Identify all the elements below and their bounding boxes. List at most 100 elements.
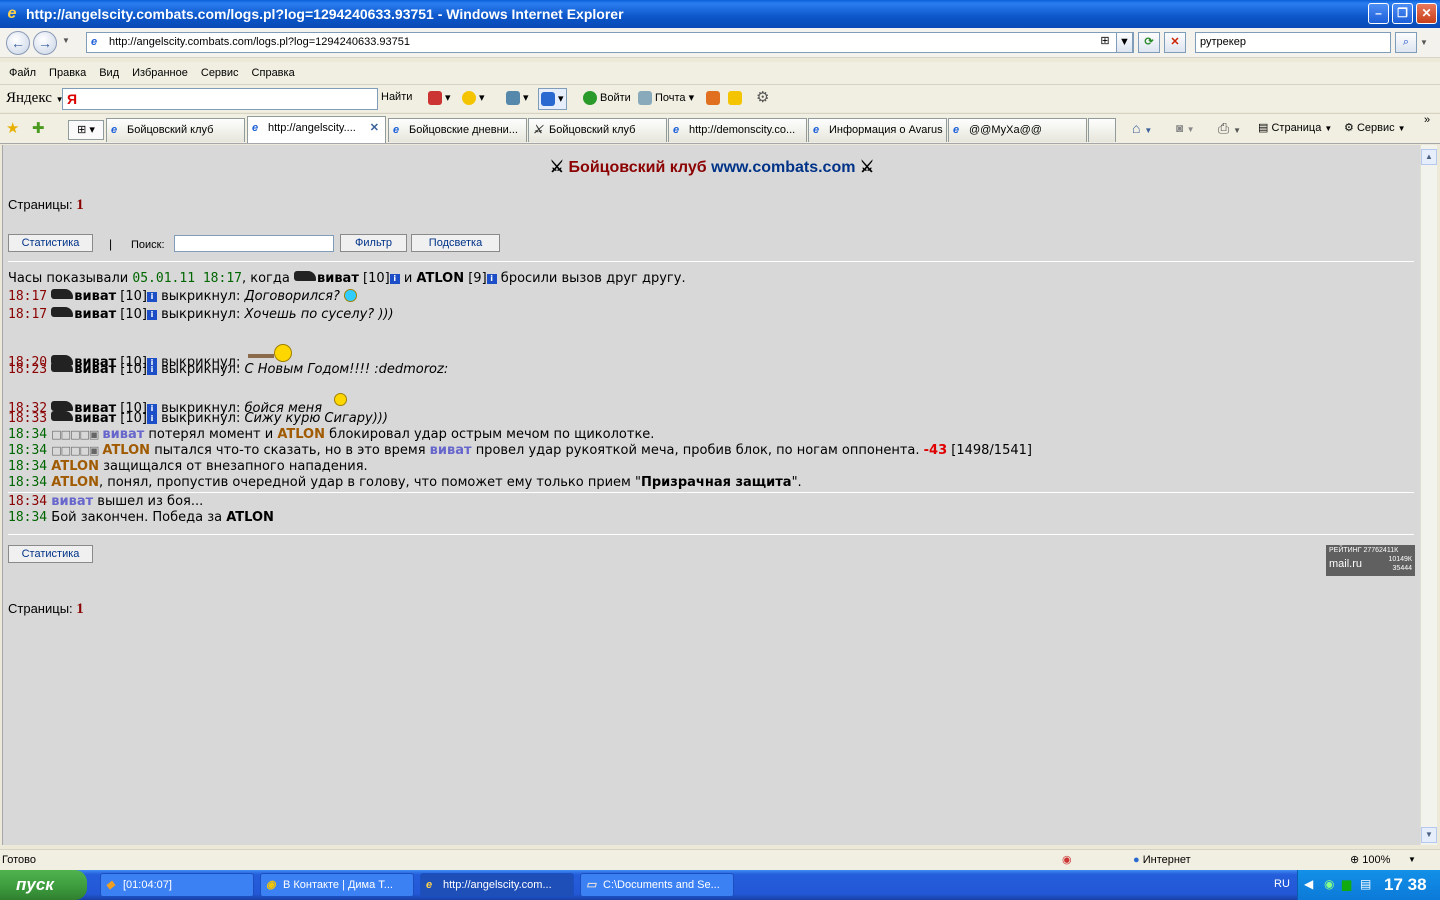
tab-close-icon[interactable]: ✕ [370,117,379,139]
address-bar[interactable]: e http://angelscity.combats.com/logs.pl?… [86,32,1134,53]
scroll-up-icon[interactable]: ▲ [1421,149,1437,165]
player-name[interactable]: ATLON [102,443,150,458]
info-icon[interactable]: i [486,274,497,284]
info-icon[interactable]: i [146,365,157,375]
new-tab-button[interactable] [1088,118,1116,142]
menu-help[interactable]: Справка [252,67,295,79]
player-name[interactable]: виват [102,427,144,442]
battle-text: блокировал удар острым мечом по щиколотк… [329,427,655,442]
battle-text: Бой закончен. Победа за [51,510,223,525]
privacy-icon[interactable]: ◉ [1062,850,1072,870]
quick-tabs-icon[interactable]: ⊞ ▾ [68,120,104,140]
tab-label: Бойцовский клуб [127,124,214,136]
tray-icon-torrent[interactable]: ◉ [1324,877,1334,891]
title-bar[interactable]: e http://angelscity.combats.com/logs.pl?… [0,0,1440,28]
highlight-button[interactable]: Подсветка [411,234,500,252]
stats-button[interactable]: Статистика [8,234,93,252]
mailru-rating-counter[interactable]: РЕЙТИНГ 27762411К mail.ru 10149К 35444 [1326,545,1415,576]
chevron-more-icon[interactable]: » [1424,114,1430,126]
stop-button[interactable]: ✕ [1164,32,1186,53]
yandex-logo[interactable]: Яндекс ▼ [6,90,64,107]
filter-button[interactable]: Фильтр [340,234,407,252]
info-icon[interactable]: i [146,310,157,320]
task-button-2[interactable]: ◉ В Контакте | Дима Т... [260,873,414,897]
tab-1[interactable]: e Бойцовский клуб [106,118,245,142]
menu-favorites[interactable]: Избранное [132,67,188,79]
start-button[interactable]: пуск [0,870,87,900]
translate-tool-icon[interactable]: ▾ [538,88,567,110]
chat-tool-icon[interactable]: ▾ [462,91,485,106]
player-name[interactable]: ATLON [51,475,99,490]
player-name[interactable]: виват [74,362,116,377]
task-button-3-active[interactable]: e http://angelscity.com... [420,873,574,897]
add-favorite-icon[interactable]: ✚ [32,119,45,137]
address-dropdown-icon[interactable]: ▼ [1116,32,1133,53]
vertical-scrollbar[interactable]: ▲ ▼ [1420,145,1437,845]
search-input[interactable]: рутрекер [1195,32,1391,53]
yandex-search-input[interactable]: Я [62,88,378,110]
yandex-find-button[interactable]: Найти [381,91,412,103]
scroll-down-icon[interactable]: ▼ [1421,827,1437,843]
player-name[interactable]: виват [74,411,116,426]
info-icon[interactable]: i [146,414,157,424]
stats-button-bottom[interactable]: Статистика [8,545,93,563]
player-name[interactable]: виват [74,289,116,304]
log-search-input[interactable] [174,235,334,252]
menu-view[interactable]: Вид [99,67,119,79]
tray-icon-back[interactable]: ◀ [1304,877,1313,891]
player-name[interactable]: виват [74,307,116,322]
zoom-control[interactable]: ⊕ 100% [1350,850,1390,870]
tab-3[interactable]: e Бойцовские дневни... [388,118,527,142]
player-name[interactable]: виват [430,443,472,458]
clock[interactable]: 17 38 [1384,875,1427,895]
history-dropdown-icon[interactable]: ▼ [62,36,70,45]
player-name[interactable]: ATLON [416,271,464,286]
menu-edit[interactable]: Правка [49,67,86,79]
page-number-link[interactable]: 1 [76,601,84,617]
page-menu-button[interactable]: ▤ Страница ▼ [1258,121,1332,134]
tray-icon-flag[interactable]: ▤ [1360,877,1371,891]
tray-icon-network[interactable]: ▆ [1342,877,1351,891]
compat-icon[interactable]: ⊞ [1096,32,1114,53]
mail-button[interactable]: Почта ▾ [638,91,694,106]
player-name[interactable]: виват [51,494,93,509]
search-icon[interactable]: ⌕ [1395,32,1417,53]
feeds-icon[interactable]: ◙ ▼ [1176,121,1195,135]
settings-gear-icon[interactable]: ⚙ [756,88,769,106]
menu-tools[interactable]: Сервис [201,67,239,79]
close-button[interactable]: ✕ [1416,3,1437,24]
tab-4[interactable]: ⚔ Бойцовский клуб [528,118,667,142]
task-button-4[interactable]: ▭ C:\Documents and Se... [580,873,734,897]
highlight-tool-icon[interactable]: ▾ [428,91,451,106]
tab-2-active[interactable]: e http://angelscity.... ✕ [247,116,386,143]
maximize-button[interactable]: ❐ [1392,3,1413,24]
tools-menu-button[interactable]: ⚙ Сервис ▼ [1344,121,1406,134]
info-icon[interactable]: i [389,274,400,284]
menu-file[interactable]: Файл [9,67,36,79]
language-indicator[interactable]: RU [1274,878,1290,890]
info-icon[interactable]: i [146,292,157,302]
winner-name[interactable]: ATLON [226,510,274,525]
print-icon[interactable]: ⎙ ▼ [1218,120,1241,137]
spellcheck-tool-icon[interactable]: ▾ [506,91,529,106]
tab-5[interactable]: e http://demonscity.co... [668,118,807,142]
player-name[interactable]: ATLON [51,459,99,474]
favorites-center-icon[interactable]: ★ [6,119,19,137]
page-number-link[interactable]: 1 [76,197,84,213]
back-button[interactable]: ← [6,31,30,55]
tab-6[interactable]: e Информация о Avarus [808,118,947,142]
zoom-dropdown-icon[interactable]: ▼ [1408,850,1416,870]
forward-button[interactable]: → [33,31,57,55]
refresh-button[interactable]: ⟳ [1138,32,1160,53]
site-link[interactable]: www.combats.com [711,159,855,176]
task-button-1[interactable]: ◆ [01:04:07] [100,873,254,897]
player-name[interactable]: виват [317,271,359,286]
favorites-star-icon[interactable] [728,91,745,105]
home-icon[interactable]: ⌂ ▼ [1132,120,1152,136]
tab-7[interactable]: e @@МуХа@@ [948,118,1087,142]
login-button[interactable]: Войти [583,91,631,105]
minimize-button[interactable]: – [1368,3,1389,24]
player-name[interactable]: ATLON [277,427,325,442]
bar-icon[interactable] [706,91,723,105]
search-dropdown-icon[interactable]: ▼ [1420,38,1428,47]
